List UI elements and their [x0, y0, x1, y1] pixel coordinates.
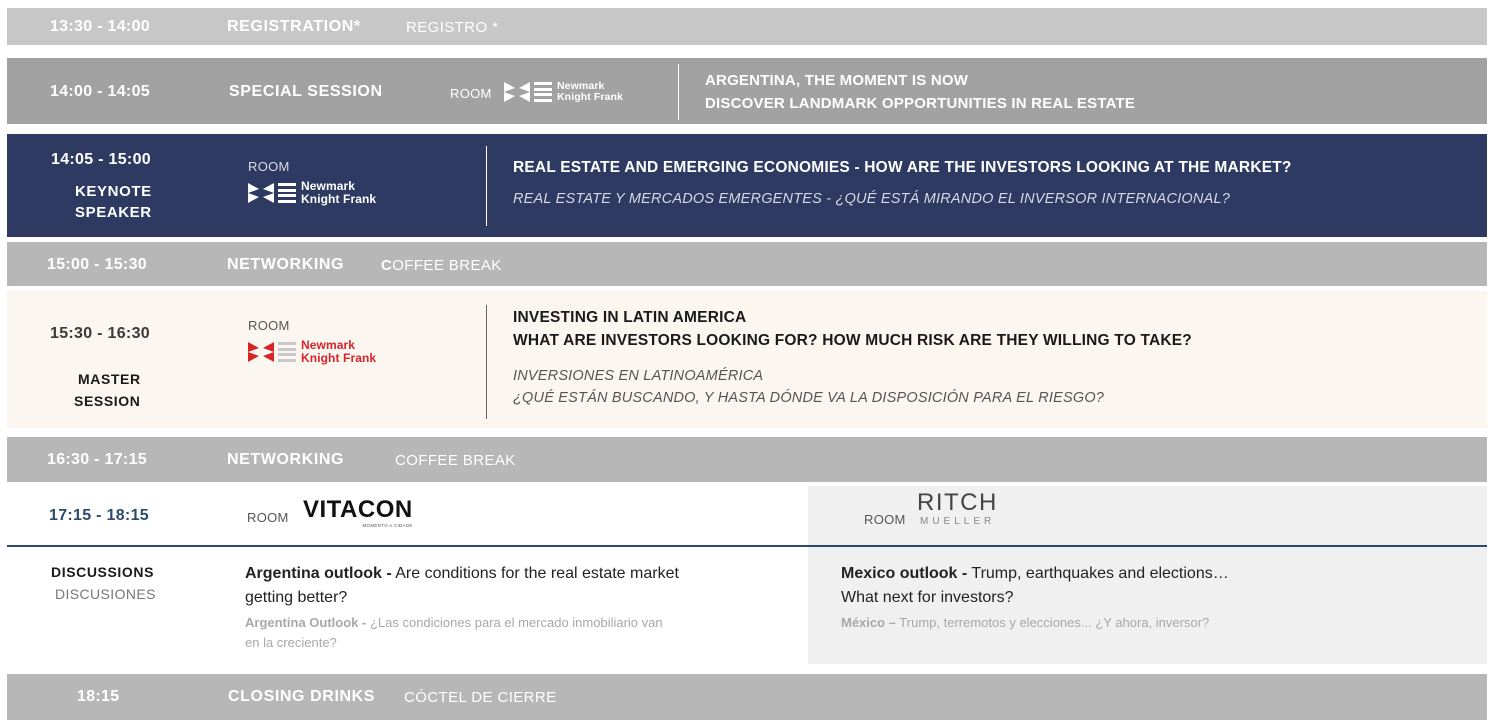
- ritch-logo-line2: MUELLER: [920, 516, 996, 527]
- coffee-break-row: 15:00 - 15:30 NETWORKING COFFEE BREAK: [7, 242, 1487, 286]
- argentina-outlook-es-line2: en la creciente?: [245, 635, 337, 650]
- argentina-outlook-text-line1: Are conditions for the real estate marke…: [391, 565, 679, 582]
- master-title-es-line1: INVERSIONES EN LATINOAMÉRICA: [513, 368, 764, 384]
- mexico-outlook-text-line1: Trump, earthquakes and elections…: [967, 565, 1229, 582]
- mexico-outlook-es-title: México –: [841, 615, 896, 630]
- ritch-room-label: ROOM: [864, 512, 906, 527]
- master-title-line2: WHAT ARE INVESTORS LOOKING FOR? HOW MUCH…: [513, 332, 1192, 349]
- argentina-outlook-es-title: Argentina Outlook -: [245, 615, 367, 630]
- closing-label: CLOSING DRINKS: [228, 688, 376, 705]
- vitacon-logo-text: VITACON: [303, 496, 413, 523]
- nkf-mark-icon: [504, 82, 530, 102]
- closing-label-es: CÓCTEL DE CIERRE: [404, 689, 557, 706]
- argentina-outlook: Argentina outlook - Are conditions for t…: [245, 562, 679, 610]
- coffee-break-time: 16:30 - 17:15: [47, 451, 147, 468]
- master-session-label-line2: SESSION: [74, 393, 141, 409]
- vitacon-logo: VITACON MOMENTO A CIDADE: [303, 496, 413, 529]
- closing-time: 18:15: [77, 688, 120, 705]
- registration-label-es: REGISTRO *: [406, 19, 499, 36]
- keynote-time: 14:05 - 15:00: [51, 151, 151, 168]
- discussions-row: 17:15 - 18:15 ROOM VITACON MOMENTO A CID…: [7, 486, 1487, 664]
- nkf-logo: Newmark Knight Frank: [248, 339, 376, 365]
- vitacon-tagline: MOMENTO A CIDADE: [362, 523, 413, 528]
- master-session-row: 15:30 - 16:30 MASTER SESSION ROOM Newmar…: [7, 291, 1487, 428]
- discussions-time: 17:15 - 18:15: [49, 507, 149, 524]
- special-session-label: SPECIAL SESSION: [229, 83, 383, 100]
- master-session-label-line1: MASTER: [78, 371, 141, 387]
- master-divider: [486, 305, 487, 419]
- coffee-break-row: 16:30 - 17:15 NETWORKING COFFEE BREAK: [7, 437, 1487, 482]
- nkf-logo-line2: Knight Frank: [301, 351, 377, 365]
- master-session-time: 15:30 - 16:30: [50, 325, 150, 342]
- closing-drinks-row: 18:15 CLOSING DRINKS CÓCTEL DE CIERRE: [7, 674, 1487, 720]
- keynote-row: 14:05 - 15:00 KEYNOTE SPEAKER ROOM Newma…: [7, 134, 1487, 237]
- special-divider: [678, 64, 679, 120]
- argentina-outlook-es-line1: ¿Las condiciones para el mercado inmobil…: [366, 615, 663, 630]
- special-title-line1: ARGENTINA, THE MOMENT IS NOW: [705, 72, 969, 89]
- keynote-label-line2: SPEAKER: [75, 204, 152, 221]
- special-session-time: 14:00 - 14:05: [50, 83, 150, 100]
- nkf-bars-icon: [534, 82, 552, 102]
- nkf-mark-icon: [248, 342, 274, 362]
- keynote-title-es: REAL ESTATE Y MERCADOS EMERGENTES - ¿QUÉ…: [513, 191, 1230, 207]
- mexico-outlook-es: México – Trump, terremotos y elecciones.…: [841, 613, 1209, 633]
- nkf-logo-line2: Knight Frank: [301, 192, 377, 206]
- nkf-logo: Newmark Knight Frank: [504, 81, 623, 103]
- keynote-label-line1: KEYNOTE: [75, 183, 152, 200]
- discussions-label-es: DISCUSIONES: [55, 586, 156, 602]
- coffee-break-initial: C: [381, 257, 393, 274]
- mexico-outlook: Mexico outlook - Trump, earthquakes and …: [841, 562, 1229, 610]
- registration-time: 13:30 - 14:00: [50, 18, 150, 35]
- master-title-line1: INVESTING IN LATIN AMERICA: [513, 309, 747, 326]
- discussions-separator: [7, 545, 1487, 547]
- registration-label: REGISTRATION*: [227, 18, 361, 35]
- coffee-break-label: COFFEE BREAK: [395, 452, 516, 469]
- ritch-logo-line1: RITCH: [917, 489, 998, 516]
- coffee-break-rest: OFFEE BREAK: [392, 257, 502, 274]
- master-title-es-line2: ¿QUÉ ESTÁN BUSCANDO, Y HASTA DÓNDE VA LA…: [513, 390, 1105, 406]
- coffee-break-time: 15:00 - 15:30: [47, 256, 147, 273]
- networking-label: NETWORKING: [227, 256, 345, 273]
- nkf-bars-icon: [278, 183, 296, 203]
- nkf-bars-icon: [278, 342, 296, 362]
- ritch-mueller-logo: RITCH MUELLER: [917, 489, 998, 528]
- master-room-label: ROOM: [248, 318, 290, 333]
- nkf-mark-icon: [248, 183, 274, 203]
- keynote-divider: [486, 146, 487, 226]
- nkf-logo: Newmark Knight Frank: [248, 180, 376, 206]
- networking-label: NETWORKING: [227, 451, 345, 468]
- nkf-logo-line2: Knight Frank: [557, 91, 623, 103]
- special-room-label: ROOM: [450, 86, 492, 101]
- registration-row: 13:30 - 14:00 REGISTRATION* REGISTRO *: [7, 8, 1487, 45]
- keynote-room-label: ROOM: [248, 159, 290, 174]
- special-title-line2: DISCOVER LANDMARK OPPORTUNITIES IN REAL …: [705, 95, 1136, 112]
- argentina-outlook-es: Argentina Outlook - ¿Las condiciones par…: [245, 613, 663, 653]
- special-session-row: 14:00 - 14:05 SPECIAL SESSION ROOM Newma…: [7, 58, 1487, 124]
- mexico-outlook-title: Mexico outlook -: [841, 565, 968, 582]
- mexico-outlook-text-line2: What next for investors?: [841, 589, 1014, 606]
- discussions-label: DISCUSSIONS: [51, 564, 155, 580]
- argentina-outlook-title: Argentina outlook -: [245, 565, 392, 582]
- argentina-outlook-text-line2: getting better?: [245, 589, 348, 606]
- vitacon-room-label: ROOM: [247, 510, 289, 525]
- keynote-title: REAL ESTATE AND EMERGING ECONOMIES - HOW…: [513, 159, 1292, 176]
- mexico-outlook-es-text: Trump, terremotos y elecciones... ¿Y aho…: [895, 615, 1210, 630]
- coffee-break-label: COFFEE BREAK: [381, 257, 502, 274]
